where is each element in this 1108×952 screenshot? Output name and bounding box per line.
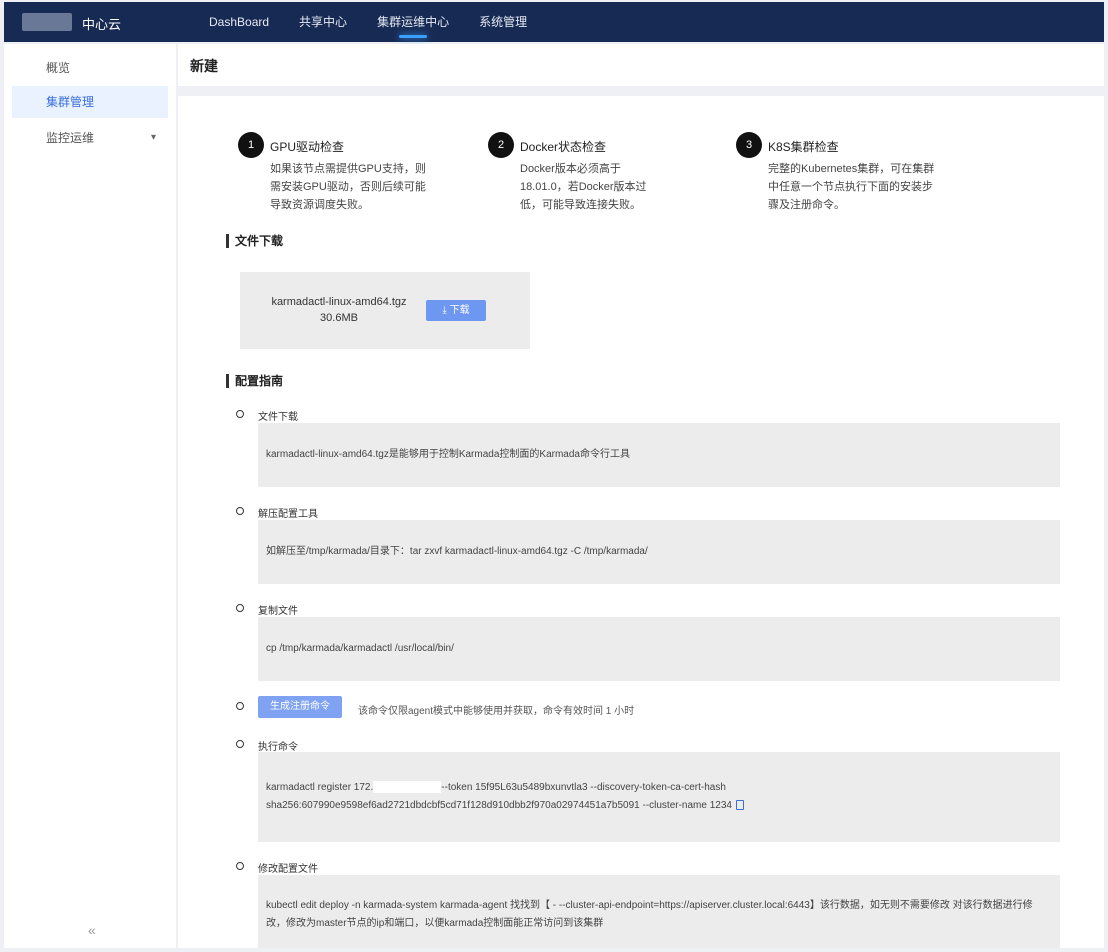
file-size: 30.6MB: [320, 312, 358, 324]
step-title: Docker状态检查: [520, 140, 607, 154]
step-number: 3: [736, 132, 762, 158]
guide-label-unzip: 解压配置工具: [258, 509, 318, 520]
guide-label-copy-file: 复制文件: [258, 606, 298, 617]
sidebar-item-monitoring[interactable]: 监控运维 ▾: [12, 122, 168, 154]
nav-cluster-ops-center[interactable]: 集群运维中心: [362, 2, 464, 42]
section-heading-file-download: 文件下载: [226, 234, 283, 248]
top-nav: DashBoard 共享中心 集群运维中心 系统管理: [194, 2, 542, 42]
step-bullet: [236, 862, 244, 870]
code-block-unzip: 如解压至/tmp/karmada/目录下：tar zxvf karmadactl…: [258, 520, 1060, 584]
brand-name: 中心云: [82, 17, 122, 32]
collapse-sidebar-icon[interactable]: «: [88, 922, 96, 938]
sidebar-item-label: 监控运维: [46, 131, 95, 145]
step-bullet: [236, 507, 244, 515]
divider: [178, 86, 1104, 96]
step-description: 完整的Kubernetes集群，可在集群中任意一个节点执行下面的安装步骤及注册命…: [768, 163, 935, 211]
step-bullet: [236, 604, 244, 612]
nav-dashboard[interactable]: DashBoard: [194, 2, 284, 42]
code-block-copy-file: cp /tmp/karmada/karmadactl /usr/local/bi…: [258, 617, 1060, 681]
code-text: sha256:607990e9598ef6ad2721dbdcbf5cd71f1…: [266, 800, 732, 811]
code-text: kubectl edit deploy -n karmada-system ka…: [266, 900, 1033, 929]
sidebar-item-label: 集群管理: [46, 95, 95, 109]
copy-icon[interactable]: [735, 800, 744, 811]
step-bullet: [236, 702, 244, 710]
code-block-file-download: karmadactl-linux-amd64.tgz是能够用于控制Karmada…: [258, 423, 1060, 487]
sidebar-item-cluster-management[interactable]: 集群管理: [12, 86, 168, 118]
page-title: 新建: [190, 58, 218, 74]
step-bullet: [236, 410, 244, 418]
code-text: 如解压至/tmp/karmada/目录下：tar zxvf karmadactl…: [266, 546, 648, 557]
step-number: 1: [238, 132, 264, 158]
step-title: GPU驱动检查: [270, 140, 345, 154]
sidebar: 概览 集群管理 监控运维 ▾ «: [4, 44, 176, 948]
download-card: karmadactl-linux-amd64.tgz 30.6MB ⤓ 下载: [240, 272, 530, 349]
code-line: karmadactl register 172. --token 15f95L63…: [266, 779, 1052, 797]
sidebar-item-label: 概览: [46, 61, 71, 75]
code-block-execute: karmadactl register 172. --token 15f95L63…: [258, 752, 1060, 842]
code-text: karmadactl-linux-amd64.tgz是能够用于控制Karmada…: [266, 449, 630, 460]
code-text: karmadactl register 172.: [266, 782, 374, 793]
step-description: 如果该节点需提供GPU支持，则需安装GPU驱动，否则后续可能导致资源调度失败。: [270, 163, 426, 211]
nav-share-center[interactable]: 共享中心: [284, 2, 362, 42]
step-bullet: [236, 740, 244, 748]
code-text: cp /tmp/karmada/karmadactl /usr/local/bi…: [266, 643, 454, 654]
guide-label-file-download: 文件下载: [258, 412, 298, 423]
redacted-ip: [373, 781, 442, 794]
download-file-info: karmadactl-linux-amd64.tgz 30.6MB: [252, 294, 426, 326]
download-button[interactable]: ⤓ 下载: [426, 300, 486, 321]
chevron-down-icon: ▾: [150, 132, 156, 143]
generate-command-button[interactable]: 生成注册命令: [258, 696, 342, 718]
file-name: karmadactl-linux-amd64.tgz: [271, 296, 407, 308]
main-content: 新建 1 GPU驱动检查 如果该节点需提供GPU支持，则需安装GPU驱动，否则后…: [178, 44, 1104, 948]
guide-label-execute: 执行命令: [258, 742, 298, 753]
top-navbar: 中心云 DashBoard 共享中心 集群运维中心 系统管理: [4, 2, 1104, 42]
step-description: Docker版本必须高于18.01.0，若Docker版本过低，可能导致连接失败…: [520, 163, 647, 211]
step-number: 2: [488, 132, 514, 158]
generate-command-hint: 该命令仅限agent模式中能够使用并获取，命令有效时间 1 小时: [358, 706, 635, 717]
guide-label-modify-config: 修改配置文件: [258, 864, 318, 875]
code-text: --token 15f95L63u5489bxunvtla3 --discove…: [441, 782, 726, 793]
step-title: K8S集群检查: [768, 140, 839, 154]
sidebar-item-overview[interactable]: 概览: [12, 52, 168, 84]
nav-system-management[interactable]: 系统管理: [464, 2, 542, 42]
code-line: sha256:607990e9598ef6ad2721dbdcbf5cd71f1…: [266, 797, 1052, 815]
logo: [22, 13, 72, 31]
code-block-modify-config: kubectl edit deploy -n karmada-system ka…: [258, 875, 1060, 948]
section-heading-config-guide: 配置指南: [226, 374, 283, 388]
